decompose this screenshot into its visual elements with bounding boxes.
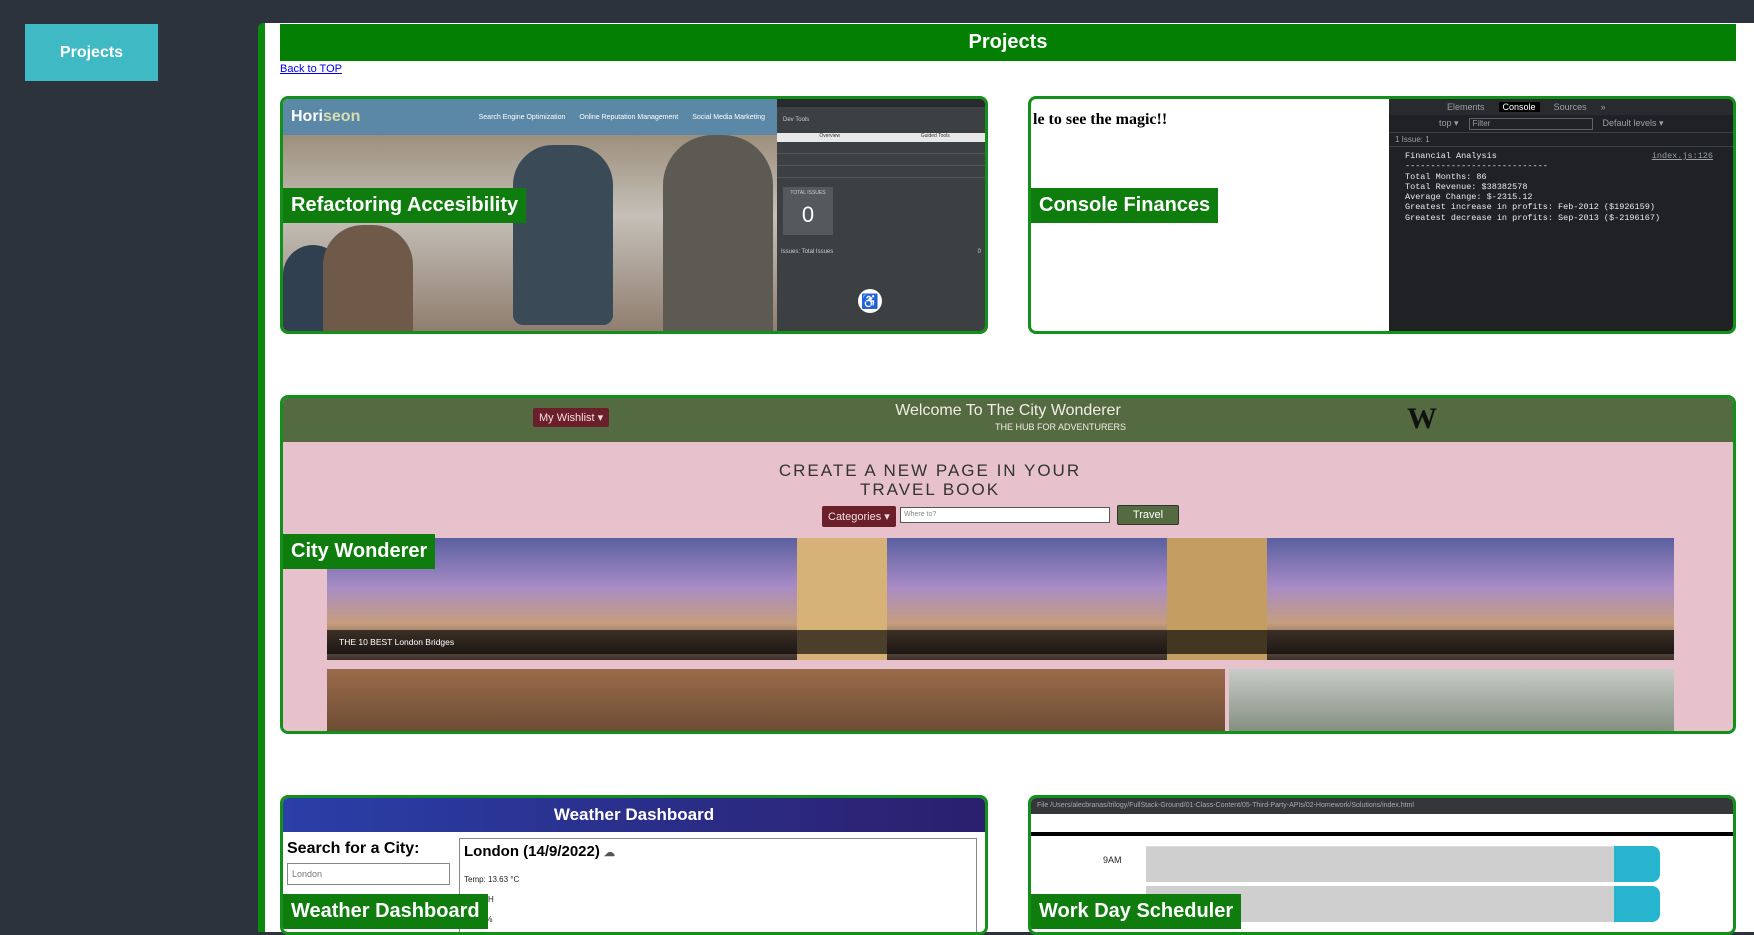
save-icon — [1614, 846, 1660, 882]
project-card-scheduler[interactable]: File /Users/alecbranas/trilogy/FullStack… — [1028, 795, 1736, 935]
horiseon-nav-link: Online Reputation Management — [579, 113, 679, 121]
preview-city-nav: Welcome To The City Wonderer THE HUB FOR… — [283, 398, 1733, 442]
weather-current-panel: London (14/9/2022) ☁ Temp: 13.63 °C 1.7 … — [459, 838, 977, 932]
project-label[interactable]: Work Day Scheduler — [1031, 894, 1242, 929]
city-photo — [327, 669, 1225, 731]
weather-search-label: Search for a City: — [287, 840, 420, 857]
horiseon-nav-link: Social Media Marketing — [692, 113, 765, 121]
cloud-icon: ☁ — [604, 847, 616, 859]
project-label[interactable]: Refactoring Accesibility — [283, 188, 527, 223]
issues-line: Issues: Total Issues — [781, 249, 834, 255]
console-tab-more: » — [1600, 102, 1606, 112]
horiseon-nav-link: Search Engine Optimization — [478, 113, 566, 121]
categories-dropdown: Categories ▾ — [822, 506, 896, 527]
console-log: Financial Analysis ---------------------… — [1405, 151, 1713, 223]
travel-button: Travel — [1117, 505, 1179, 525]
city-photo — [1229, 669, 1674, 731]
project-card-refactoring[interactable]: Horiseon Search Engine Optimization Onli… — [280, 96, 988, 334]
preview-city-body: CREATE A NEW PAGE IN YOUR TRAVEL BOOK Ca… — [283, 442, 1733, 731]
weather-preview-title: Weather Dashboard — [283, 798, 985, 832]
project-card-weather[interactable]: Weather Dashboard Search for a City: Lon… — [280, 795, 988, 935]
project-label[interactable]: Console Finances — [1031, 188, 1219, 223]
destination-input: Where to? — [900, 507, 1110, 523]
preview-devtools-panel: Dev Tools Overview Guided Tools TOTAL IS… — [777, 99, 985, 331]
project-card-console-finances[interactable]: le to see the magic!! Elements Console S… — [1028, 96, 1736, 334]
travel-book-heading: CREATE A NEW PAGE IN YOUR TRAVEL BOOK — [778, 461, 1082, 499]
console-tab-elements: Elements — [1447, 102, 1485, 112]
console-tab-console: Console — [1498, 102, 1540, 112]
preview-horiseon-nav: Horiseon Search Engine Optimization Onli… — [283, 99, 777, 135]
project-label[interactable]: Weather Dashboard — [283, 894, 488, 929]
city-title: Welcome To The City Wonderer — [895, 402, 1121, 419]
city-subtitle: THE HUB FOR ADVENTURERS — [995, 422, 1127, 432]
console-filter: Filter — [1468, 117, 1593, 130]
preview-page-text: le to see the magic!! — [1033, 111, 1168, 128]
project-card-city-wonderer[interactable]: Welcome To The City Wonderer THE HUB FOR… — [280, 395, 1736, 734]
console-issues: 1 Issue: 1 — [1389, 133, 1733, 147]
city-logo: W — [1407, 402, 1437, 435]
bridge-photo: THE 10 BEST London Bridges — [327, 538, 1674, 660]
devtools-title: Dev Tools — [783, 117, 810, 123]
scheduler-hour: 9AM — [1103, 855, 1122, 865]
sidebar: Projects — [0, 0, 258, 932]
preview-console-panel: Elements Console Sources » top ▾ Filter … — [1389, 99, 1733, 331]
section-header: Projects — [280, 24, 1736, 61]
console-tab-sources: Sources — [1553, 102, 1587, 112]
save-icon — [1614, 886, 1660, 922]
total-issues-score: TOTAL ISSUES 0 — [783, 187, 833, 235]
projects-nav-button[interactable]: Projects — [25, 24, 158, 81]
accessibility-icon: ♿ — [858, 289, 882, 313]
weather-city-date: London (14/9/2022) — [464, 843, 600, 860]
console-source-link: index.js:126 — [1651, 151, 1713, 161]
back-to-top-link[interactable]: Back to TOP — [280, 63, 342, 75]
wishlist-dropdown: My Wishlist ▾ — [533, 408, 610, 427]
project-label[interactable]: City Wonderer — [283, 534, 436, 569]
horiseon-logo: Horiseon — [291, 108, 361, 125]
console-context: top ▾ — [1439, 118, 1459, 128]
weather-temp: Temp: 13.63 °C — [464, 875, 520, 884]
devtools-tab: Overview — [819, 133, 841, 139]
console-levels: Default levels ▾ — [1602, 118, 1664, 128]
devtools-tab: Guided Tools — [920, 133, 950, 139]
scheduler-address-bar: File /Users/alecbranas/trilogy/FullStack… — [1031, 798, 1733, 814]
bridge-caption: THE 10 BEST London Bridges — [327, 630, 1674, 654]
scheduler-slot — [1146, 846, 1614, 882]
issues-count: 0 — [977, 249, 981, 255]
preview-team-photo — [283, 135, 777, 331]
weather-search-input: London — [287, 863, 450, 885]
